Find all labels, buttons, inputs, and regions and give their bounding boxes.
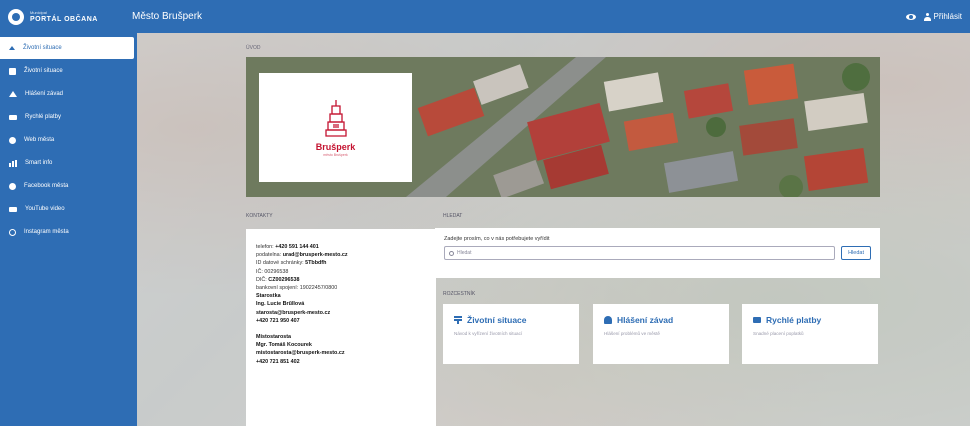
card-life-situations[interactable]: Životní situace Návod k vyřízení životní… [443, 304, 579, 364]
main-content: ÚVOD Brušperk město Brušperk KONTAKTY te… [137, 33, 970, 426]
deputy-phone[interactable]: +420 721 851 402 [256, 359, 300, 365]
youtube-icon [9, 206, 17, 212]
card-title: Životní situace [467, 315, 527, 325]
user-icon [923, 12, 931, 21]
brand-title: PORTÁL OBČANA [30, 15, 98, 23]
accessibility-icon[interactable] [905, 13, 916, 20]
sidebar-item-label: Životní situace [23, 45, 62, 51]
contact-email[interactable]: urad@brusperk-mesto.cz [283, 252, 348, 258]
sidebar-item-facebook[interactable]: Facebook města [0, 175, 134, 197]
page-title: Město Brušperk [132, 11, 203, 22]
facebook-icon [9, 182, 16, 190]
card-icon [753, 317, 761, 323]
sidebar-item-quick-payments[interactable]: Rychlé platby [0, 106, 134, 128]
contact-phone[interactable]: +420 591 144 401 [275, 244, 319, 250]
deputy-title: Místostarosta [256, 334, 292, 341]
portal-logo-icon [8, 8, 24, 25]
town-logo-subtitle: město Brušperk [323, 153, 348, 157]
sidebar-item-youtube[interactable]: YouTube video [0, 198, 134, 220]
sidebar-item-smart-info[interactable]: Smart info [0, 152, 134, 174]
breadcrumb: ÚVOD [246, 45, 261, 51]
sidebar-item-report-issues[interactable]: Hlášení závad [0, 83, 134, 105]
top-bar: Municipal PORTÁL OBČANA Město Brušperk P… [0, 0, 970, 33]
search-section-label: HLEDAT [443, 213, 463, 219]
sidebar: Životní situace Životní situace Hlášení … [0, 33, 137, 426]
signal-icon [9, 159, 17, 167]
sidebar-item-home[interactable]: Životní situace [0, 37, 134, 59]
sidebar-item-label: Smart info [25, 160, 53, 166]
town-logo-card: Brušperk město Brušperk [259, 73, 412, 182]
sidebar-item-life-situations[interactable]: Životní situace [0, 60, 134, 82]
card-description: Snadné placení poplatků [753, 331, 804, 336]
search-placeholder: Hledat [457, 250, 472, 256]
sidebar-item-label: Životní situace [24, 68, 63, 74]
contact-ico: IČ: 00296538 [256, 268, 289, 275]
warning-icon [9, 91, 17, 97]
brand-small-text: Municipal [30, 9, 47, 15]
sidebar-item-instagram[interactable]: Instagram města [0, 221, 134, 243]
sidebar-item-label: Rychlé platby [25, 114, 62, 120]
globe-icon [9, 136, 16, 144]
square-icon [9, 67, 16, 75]
card-title: Rychlé platby [766, 315, 822, 325]
contacts-section-label: KONTAKTY [246, 213, 273, 219]
mayor-name: Ing. Lucie Brűllová [256, 301, 305, 308]
sidebar-item-label: Web města [24, 137, 55, 143]
sidebar-item-label: YouTube video [25, 206, 65, 212]
login-label: Přihlásit [933, 12, 962, 21]
mayor-email[interactable]: starosta@brusperk-mesto.cz [256, 310, 330, 316]
search-panel: Zadejte prosím, co v nás potřebujete vyř… [435, 228, 880, 278]
contact-databox: 5Tbbdfh [305, 260, 327, 267]
portal-brand[interactable]: Municipal PORTÁL OBČANA [0, 8, 122, 25]
search-hint: Zadejte prosím, co v nás potřebujete vyř… [444, 236, 550, 242]
card-quick-payments[interactable]: Rychlé platby Snadné placení poplatků [742, 304, 878, 364]
mayor-phone[interactable]: +420 721 950 407 [256, 318, 300, 324]
search-button[interactable]: Hledat [841, 246, 871, 260]
card-icon [9, 114, 17, 120]
mayor-title: Starostka [256, 293, 281, 300]
sidebar-item-web[interactable]: Web města [0, 129, 134, 151]
sidebar-item-label: Facebook města [24, 183, 69, 189]
search-input[interactable]: Hledat [444, 246, 836, 260]
contact-bank: bankovní spojení: 19022457/0800 [256, 285, 338, 292]
people-icon [604, 316, 612, 324]
card-report-issues[interactable]: Hlášení závad Hlášení problémů ve městě [593, 304, 729, 364]
contacts-panel: telefon: +420 591 144 401 podatelna: ura… [246, 229, 436, 426]
card-description: Hlášení problémů ve městě [604, 331, 660, 336]
quick-links-label: ROZCESTNÍK [443, 291, 476, 297]
contact-dic: CZ00296538 [268, 276, 300, 283]
login-button[interactable]: Přihlásit [923, 12, 962, 21]
instagram-icon [9, 228, 16, 236]
card-description: Návod k vyřízení životních situací [454, 331, 523, 336]
sidebar-item-label: Hlášení závad [25, 91, 64, 97]
card-title: Hlášení závad [617, 315, 674, 325]
sidebar-item-label: Instagram města [24, 229, 69, 235]
list-icon [454, 316, 462, 324]
deputy-email[interactable]: mistostarosta@brusperk-mesto.cz [256, 350, 345, 356]
home-icon [9, 46, 15, 50]
town-emblem-icon [324, 100, 347, 137]
hero-banner: Brušperk město Brušperk [246, 57, 880, 197]
town-logo-name: Brušperk [315, 142, 356, 152]
deputy-name: Mgr. Tomáš Kocourek [256, 342, 312, 349]
search-icon [449, 250, 454, 256]
